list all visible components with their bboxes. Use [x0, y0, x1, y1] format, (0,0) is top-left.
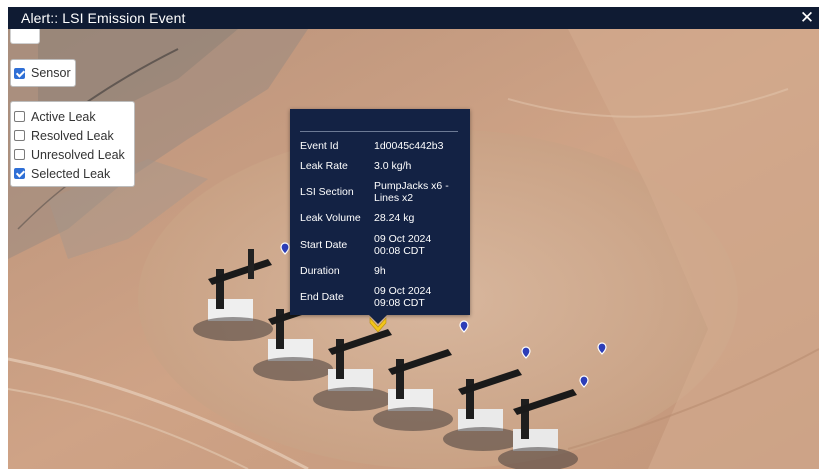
popup-label: LSI Section	[300, 186, 354, 198]
popup-row-end-date: End Date 09 Oct 2024 09:08 CDT	[300, 281, 465, 313]
popup-row-start-date: Start Date 09 Oct 2024 00:08 CDT	[300, 228, 465, 261]
resolved-leak-checkbox[interactable]	[14, 130, 25, 141]
popup-pointer	[369, 315, 387, 324]
leak-legend: Active Leak Resolved Leak Unresolved Lea…	[10, 101, 135, 187]
selected-leak-checkbox[interactable]	[14, 168, 25, 179]
popup-label: Leak Rate	[300, 160, 348, 172]
popup-row-leak-rate: Leak Rate 3.0 kg/h	[300, 156, 465, 176]
unresolved-leak-checkbox[interactable]	[14, 149, 25, 160]
alert-dialog: Alert:: LSI Emission Event ✕ Sensor Acti…	[8, 7, 819, 469]
popup-label: End Date	[300, 291, 344, 303]
legend-item-unresolved-leak[interactable]: Unresolved Leak	[14, 145, 134, 164]
legend-item-resolved-leak[interactable]: Resolved Leak	[14, 126, 134, 145]
popup-row-leak-volume: Leak Volume 28.24 kg	[300, 208, 465, 228]
popup-value: 3.0 kg/h	[374, 160, 412, 172]
legend-item-active-leak[interactable]: Active Leak	[14, 107, 134, 126]
popup-value-multiline: 09 Oct 2024 09:08 CDT	[374, 285, 431, 309]
popup-row-duration: Duration 9h	[300, 261, 465, 281]
popup-value: PumpJacks x6 -	[374, 180, 449, 192]
popup-row-lsi-section: LSI Section PumpJacks x6 - Lines x2	[300, 176, 465, 208]
popup-value: 00:08 CDT	[374, 244, 425, 257]
legend-label: Active Leak	[31, 109, 96, 124]
popup-value: 09:08 CDT	[374, 297, 425, 309]
sensor-checkbox[interactable]	[14, 67, 25, 79]
legend-label: Resolved Leak	[31, 128, 114, 143]
popup-value: 28.24 kg	[374, 212, 415, 224]
popup-value-multiline: PumpJacks x6 - Lines x2	[374, 180, 449, 204]
leak-info-popup: Event Id 1d0045c442b3 Leak Rate 3.0 kg/h…	[290, 109, 470, 315]
popup-value: 09 Oct 2024	[374, 232, 432, 245]
popup-label: Event Id	[300, 140, 339, 152]
popup-divider	[300, 131, 458, 132]
dialog-titlebar: Alert:: LSI Emission Event ✕	[8, 7, 819, 29]
popup-label: Start Date	[300, 238, 348, 251]
sensor-label: Sensor	[31, 66, 71, 80]
popup-value: 9h	[374, 265, 386, 277]
popup-value: Lines x2	[374, 192, 414, 204]
map-control-button[interactable]	[10, 29, 40, 44]
popup-label: Duration	[300, 265, 340, 277]
dialog-title: Alert:: LSI Emission Event	[21, 10, 186, 26]
popup-row-event-id: Event Id 1d0045c442b3	[300, 136, 465, 156]
popup-value: 1d0045c442b3	[374, 140, 444, 152]
legend-label: Unresolved Leak	[31, 147, 125, 162]
close-icon[interactable]: ✕	[798, 8, 816, 28]
popup-value: 09 Oct 2024	[374, 285, 432, 297]
popup-label: Leak Volume	[300, 212, 361, 224]
sensor-layer-toggle[interactable]: Sensor	[10, 59, 76, 87]
satellite-map[interactable]: Sensor Active Leak Resolved Leak Unresol…	[8, 29, 819, 469]
popup-value-multiline: 09 Oct 2024 00:08 CDT	[374, 233, 431, 257]
legend-label: Selected Leak	[31, 166, 111, 181]
legend-item-selected-leak[interactable]: Selected Leak	[14, 164, 134, 183]
active-leak-checkbox[interactable]	[14, 111, 25, 122]
